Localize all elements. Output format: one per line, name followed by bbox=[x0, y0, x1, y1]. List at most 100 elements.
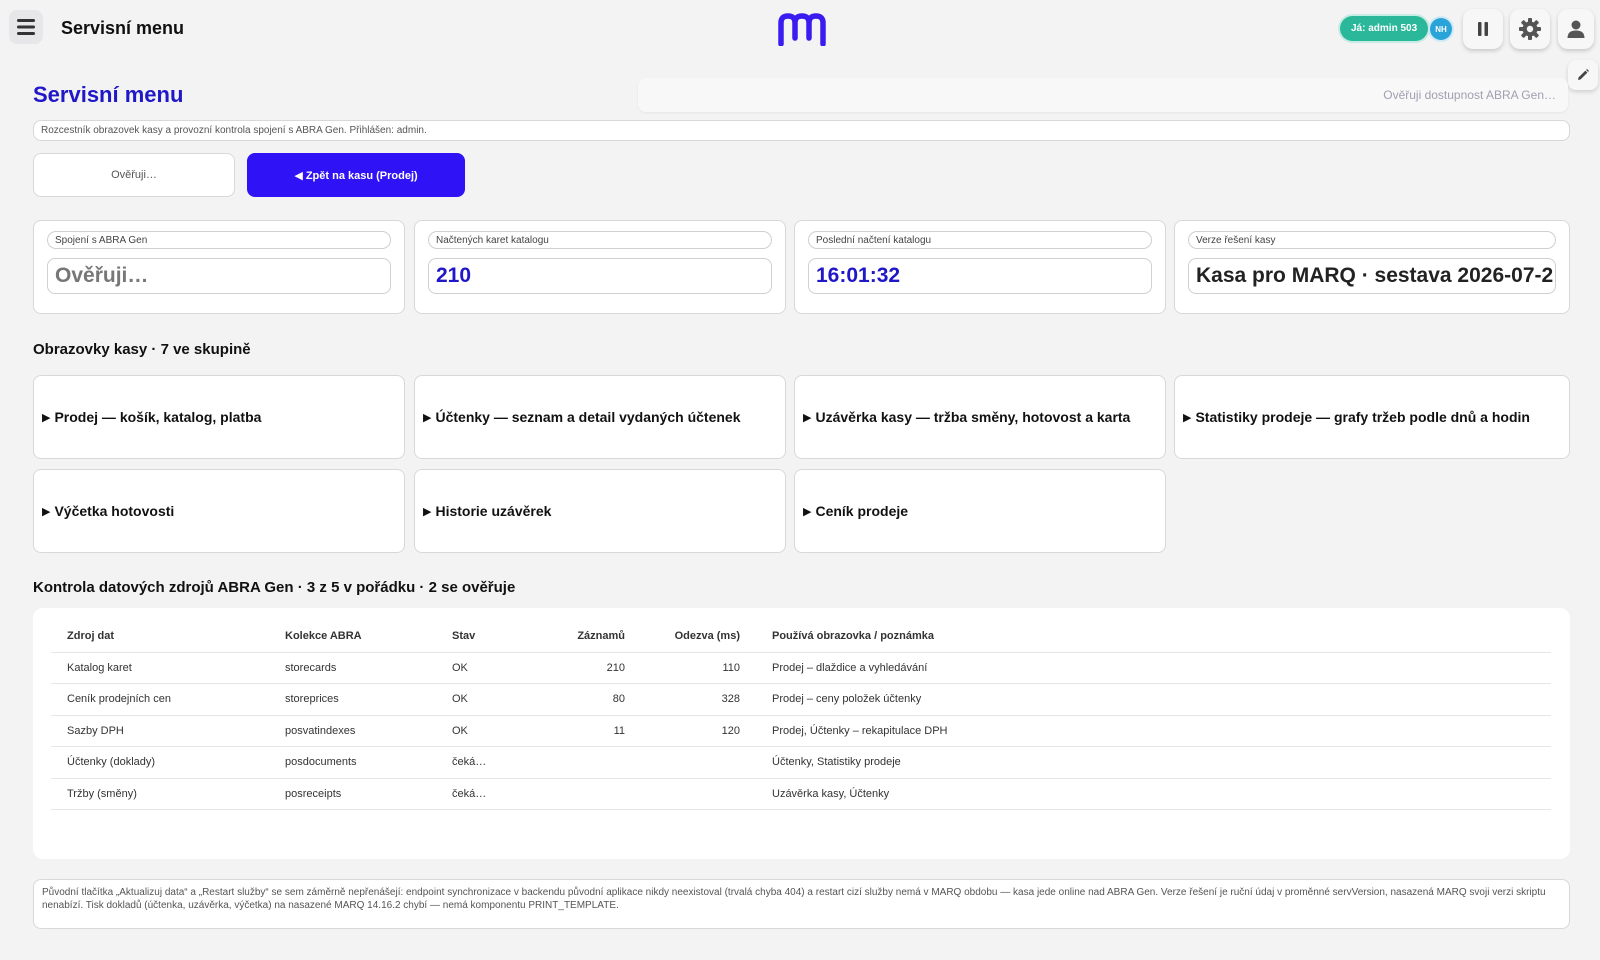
cell-note: Účtenky, Statistiky prodeje bbox=[756, 746, 1551, 779]
cell-records: 11 bbox=[536, 715, 641, 747]
stat-label: Verze řešení kasy bbox=[1188, 231, 1556, 249]
hamburger-icon bbox=[17, 19, 35, 35]
cell-note: Prodej – ceny položek účtenky bbox=[756, 683, 1551, 716]
cell-note: Prodej, Účtenky – rekapitulace DPH bbox=[756, 715, 1551, 747]
tile-label: Uzávěrka kasy — tržba směny, hotovost a … bbox=[815, 409, 1131, 425]
user-icon bbox=[1567, 20, 1585, 38]
cell-note: Uzávěrka kasy, Účtenky bbox=[756, 778, 1551, 810]
cell-records bbox=[536, 746, 641, 779]
play-icon: ▶ bbox=[42, 505, 51, 518]
play-icon: ▶ bbox=[423, 411, 432, 424]
tile-label: Ceník prodeje bbox=[815, 503, 909, 519]
screen-tile-closing[interactable]: ▶ Uzávěrka kasy — tržba směny, hotovost a… bbox=[794, 375, 1166, 459]
app-title: Servisní menu bbox=[61, 18, 185, 38]
cell-source: Sazby DPH bbox=[51, 715, 269, 747]
cell-records: 80 bbox=[536, 683, 641, 716]
cell-source: Účtenky (doklady) bbox=[51, 746, 269, 779]
stat-card-catalog-count: Načtených karet katalogu 210 bbox=[414, 220, 786, 314]
gear-icon bbox=[1519, 18, 1541, 40]
cell-status: OK bbox=[436, 683, 536, 716]
pause-icon bbox=[1478, 22, 1488, 36]
cell-status: čeká… bbox=[436, 746, 536, 779]
top-bar: Servisní menu Já: admin 503 NH bbox=[0, 0, 1600, 58]
stat-value: 210 bbox=[428, 258, 772, 294]
data-sources-table-card: Zdroj dat Kolekce ABRA Stav Záznamů Odez… bbox=[33, 608, 1570, 859]
table-row: Ceník prodejních cen storeprices OK 80 3… bbox=[51, 683, 1551, 716]
cell-collection: posdocuments bbox=[269, 746, 436, 779]
cell-latency: 110 bbox=[641, 652, 756, 684]
column-header: Záznamů bbox=[536, 620, 641, 653]
column-header: Kolekce ABRA bbox=[269, 620, 436, 653]
column-header: Odezva (ms) bbox=[641, 620, 756, 653]
back-to-sale-button[interactable]: ◀ Zpět na kasu (Prodej) bbox=[247, 153, 465, 197]
screens-section-title: Obrazovky kasy · 7 ve skupině bbox=[33, 341, 251, 358]
screen-tile-cash-count[interactable]: ▶ Výčetka hotovosti bbox=[33, 469, 405, 553]
data-sources-table: Zdroj dat Kolekce ABRA Stav Záznamů Odez… bbox=[51, 620, 1551, 810]
column-header: Používá obrazovka / poznámka bbox=[756, 620, 1551, 653]
cell-latency: 120 bbox=[641, 715, 756, 747]
table-header-row: Zdroj dat Kolekce ABRA Stav Záznamů Odez… bbox=[51, 620, 1551, 653]
cell-collection: storeprices bbox=[269, 683, 436, 716]
verify-button[interactable]: Ověřuji… bbox=[33, 153, 235, 197]
user-badge[interactable]: Já: admin 503 bbox=[1340, 16, 1429, 41]
tile-label: Statistiky prodeje — grafy tržeb podle d… bbox=[1195, 409, 1530, 425]
cell-status: OK bbox=[436, 652, 536, 684]
screen-tile-receipts[interactable]: ▶ Účtenky — seznam a detail vydaných účte… bbox=[414, 375, 786, 459]
play-icon: ▶ bbox=[803, 411, 812, 424]
stat-card-connection: Spojení s ABRA Gen Ověřuji… bbox=[33, 220, 405, 314]
cell-note: Prodej – dlaždice a vyhledávání bbox=[756, 652, 1551, 684]
tile-label: Účtenky — seznam a detail vydaných účten… bbox=[435, 409, 741, 425]
cell-status: čeká… bbox=[436, 778, 536, 810]
table-row: Katalog karet storecards OK 210 110 Prod… bbox=[51, 652, 1551, 684]
stat-label: Poslední načtení katalogu bbox=[808, 231, 1152, 249]
cell-source: Ceník prodejních cen bbox=[51, 683, 269, 716]
settings-button[interactable] bbox=[1510, 9, 1550, 49]
cell-latency bbox=[641, 778, 756, 810]
cell-collection: storecards bbox=[269, 652, 436, 684]
stat-card-last-load: Poslední načtení katalogu 16:01:32 bbox=[794, 220, 1166, 314]
page-title: Servisní menu bbox=[33, 82, 184, 107]
column-header: Stav bbox=[436, 620, 536, 653]
screen-tile-price-list[interactable]: ▶ Ceník prodeje bbox=[794, 469, 1166, 553]
footnote: Původní tlačítka „Aktualizuj data“ a „Re… bbox=[33, 879, 1570, 929]
pause-button[interactable] bbox=[1463, 9, 1503, 49]
stat-value: 16:01:32 bbox=[808, 258, 1152, 294]
availability-status: Ověřuji dostupnost ABRA Gen… bbox=[638, 78, 1568, 112]
cell-source: Tržby (směny) bbox=[51, 778, 269, 810]
cell-latency bbox=[641, 746, 756, 779]
sources-section-title: Kontrola datových zdrojů ABRA Gen · 3 z … bbox=[33, 579, 516, 596]
stat-value: Kasa pro MARQ · sestava 2026-07-2 bbox=[1188, 258, 1556, 294]
play-icon: ▶ bbox=[1183, 411, 1192, 424]
tile-label: Prodej — košík, katalog, platba bbox=[54, 409, 262, 425]
tile-label: Historie uzávěrek bbox=[435, 503, 552, 519]
cell-records bbox=[536, 778, 641, 810]
cell-latency: 328 bbox=[641, 683, 756, 716]
table-row: Tržby (směny) posreceipts čeká… Uzávěrka… bbox=[51, 778, 1551, 810]
table-row: Účtenky (doklady) posdocuments čeká… Účt… bbox=[51, 746, 1551, 779]
initials-avatar[interactable]: NH bbox=[1430, 18, 1452, 40]
stat-card-version: Verze řešení kasy Kasa pro MARQ · sestav… bbox=[1174, 220, 1570, 314]
play-icon: ▶ bbox=[42, 411, 51, 424]
cell-status: OK bbox=[436, 715, 536, 747]
play-icon: ▶ bbox=[803, 505, 812, 518]
cell-source: Katalog karet bbox=[51, 652, 269, 684]
cell-collection: posvatindexes bbox=[269, 715, 436, 747]
tile-label: Výčetka hotovosti bbox=[54, 503, 175, 519]
screen-tile-closing-history[interactable]: ▶ Historie uzávěrek bbox=[414, 469, 786, 553]
pencil-icon bbox=[1578, 69, 1589, 80]
cell-collection: posreceipts bbox=[269, 778, 436, 810]
edit-button[interactable] bbox=[1568, 60, 1598, 90]
menu-button[interactable] bbox=[9, 10, 43, 44]
play-icon: ▶ bbox=[423, 505, 432, 518]
screen-tile-sale[interactable]: ▶ Prodej — košík, katalog, platba bbox=[33, 375, 405, 459]
cell-records: 210 bbox=[536, 652, 641, 684]
table-row: Sazby DPH posvatindexes OK 11 120 Prodej… bbox=[51, 715, 1551, 747]
marq-logo bbox=[778, 13, 826, 46]
profile-button[interactable] bbox=[1558, 9, 1594, 49]
screen-tile-statistics[interactable]: ▶ Statistiky prodeje — grafy tržeb podle … bbox=[1174, 375, 1570, 459]
column-header: Zdroj dat bbox=[51, 620, 269, 653]
stat-label: Načtených karet katalogu bbox=[428, 231, 772, 249]
page-subtitle: Rozcestník obrazovek kasy a provozní kon… bbox=[33, 120, 1570, 141]
stat-label: Spojení s ABRA Gen bbox=[47, 231, 391, 249]
stat-value: Ověřuji… bbox=[47, 258, 391, 294]
